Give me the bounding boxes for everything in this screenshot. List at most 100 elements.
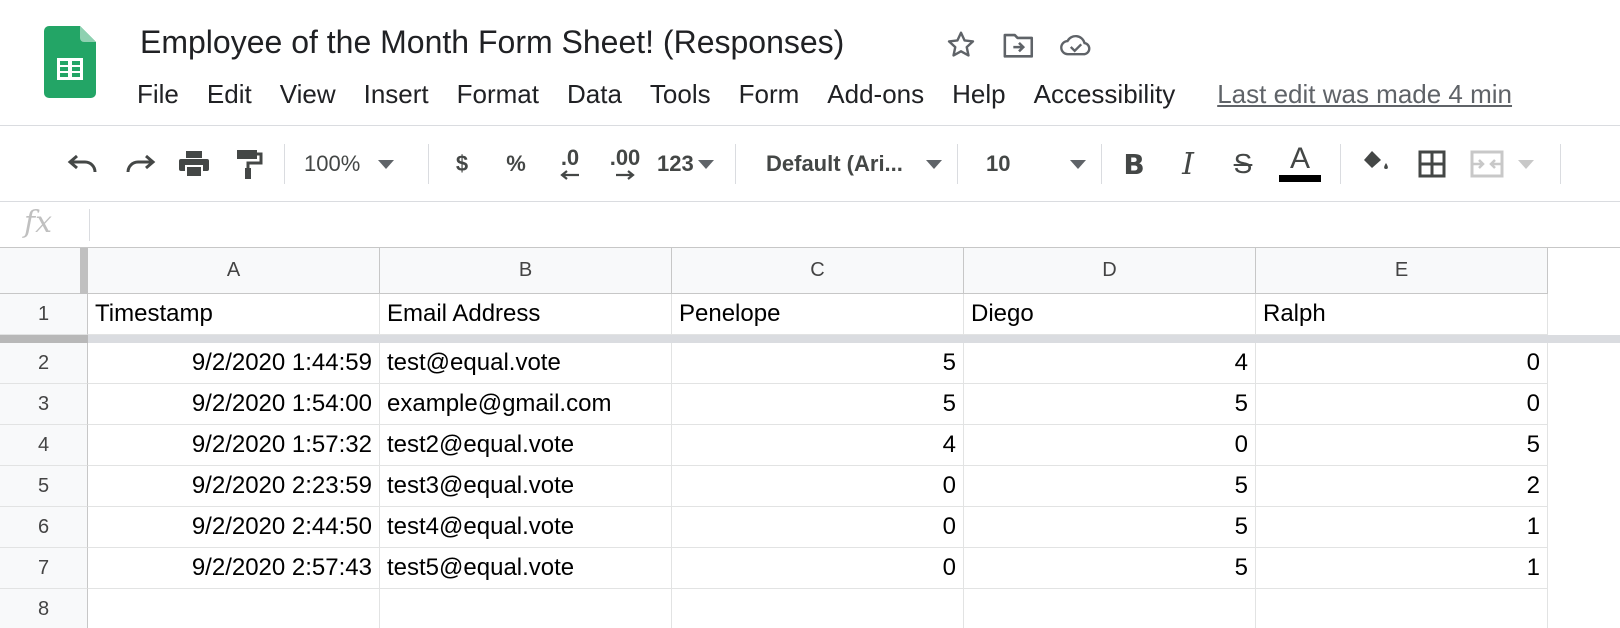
table-cell[interactable]: 5 bbox=[1256, 425, 1548, 466]
menu-add-ons[interactable]: Add-ons bbox=[827, 76, 924, 112]
font-family-select[interactable]: Default (Ari... bbox=[766, 145, 942, 183]
table-cell[interactable] bbox=[1256, 589, 1548, 628]
row-header-5[interactable]: 5 bbox=[0, 466, 88, 507]
header-cell[interactable]: Penelope bbox=[672, 294, 964, 335]
table-cell[interactable]: 4 bbox=[964, 343, 1256, 384]
table-cell[interactable]: test2@equal.vote bbox=[380, 425, 672, 466]
fx-icon: fx bbox=[24, 205, 53, 240]
sheets-logo-icon[interactable] bbox=[44, 26, 96, 98]
strikethrough-button[interactable]: S bbox=[1226, 145, 1260, 183]
table-cell[interactable]: 2 bbox=[1256, 466, 1548, 507]
column-header-d[interactable]: D bbox=[964, 248, 1256, 294]
table-cell[interactable]: 5 bbox=[672, 343, 964, 384]
column-header-e[interactable]: E bbox=[1256, 248, 1548, 294]
table-cell[interactable]: example@gmail.com bbox=[380, 384, 672, 425]
table-cell[interactable] bbox=[88, 589, 380, 628]
column-header-a[interactable]: A bbox=[88, 248, 380, 294]
column-header-c[interactable]: C bbox=[672, 248, 964, 294]
row-header-4[interactable]: 4 bbox=[0, 425, 88, 466]
chevron-down-icon bbox=[1518, 159, 1534, 169]
spreadsheet-grid[interactable]: A B C D E 1 Timestamp Email Address Penelope Dieg… bbox=[0, 248, 1620, 628]
table-cell[interactable]: 9/2/2020 1:44:59 bbox=[88, 343, 380, 384]
table-cell[interactable]: 5 bbox=[672, 384, 964, 425]
fill-color-icon[interactable] bbox=[1356, 145, 1396, 183]
menu-edit[interactable]: Edit bbox=[207, 76, 252, 112]
table-cell[interactable]: 4 bbox=[672, 425, 964, 466]
table-cell[interactable] bbox=[964, 589, 1256, 628]
table-cell[interactable]: 9/2/2020 1:57:32 bbox=[88, 425, 380, 466]
currency-format-button[interactable]: $ bbox=[448, 145, 476, 183]
table-cell[interactable]: test3@equal.vote bbox=[380, 466, 672, 507]
row-header-1[interactable]: 1 bbox=[0, 294, 88, 335]
table-cell[interactable]: 9/2/2020 1:54:00 bbox=[88, 384, 380, 425]
redo-icon[interactable] bbox=[119, 145, 159, 183]
table-cell[interactable]: 0 bbox=[1256, 384, 1548, 425]
bold-button[interactable]: B bbox=[1118, 145, 1150, 183]
table-cell[interactable]: test@equal.vote bbox=[380, 343, 672, 384]
menu-file[interactable]: File bbox=[137, 76, 179, 112]
last-edit-link[interactable]: Last edit was made 4 min bbox=[1217, 76, 1512, 112]
table-cell[interactable]: 5 bbox=[964, 507, 1256, 548]
row-freeze-bar[interactable] bbox=[0, 335, 1620, 343]
print-icon[interactable] bbox=[174, 145, 214, 183]
paint-format-icon[interactable] bbox=[228, 145, 268, 183]
font-family-value: Default (Ari... bbox=[766, 151, 903, 176]
menu-data[interactable]: Data bbox=[567, 76, 622, 112]
table-cell[interactable]: 9/2/2020 2:44:50 bbox=[88, 507, 380, 548]
move-to-folder-icon[interactable] bbox=[1002, 28, 1036, 62]
row-freeze-handle[interactable] bbox=[0, 335, 88, 343]
table-cell[interactable]: 0 bbox=[964, 425, 1256, 466]
table-cell[interactable]: 5 bbox=[964, 548, 1256, 589]
table-cell[interactable]: 5 bbox=[964, 384, 1256, 425]
formula-input[interactable] bbox=[100, 206, 1604, 244]
more-formats-label: 123 bbox=[657, 151, 694, 176]
menu-format[interactable]: Format bbox=[457, 76, 539, 112]
document-title[interactable]: Employee of the Month Form Sheet! (Respo… bbox=[140, 22, 844, 62]
decrease-decimals-button[interactable]: .0 bbox=[550, 145, 590, 183]
table-cell[interactable]: test5@equal.vote bbox=[380, 548, 672, 589]
more-formats-button[interactable]: 123 bbox=[657, 145, 721, 183]
row-header-8[interactable]: 8 bbox=[0, 589, 88, 628]
borders-icon[interactable] bbox=[1412, 145, 1452, 183]
header-cell[interactable]: Timestamp bbox=[88, 294, 380, 335]
table-cell[interactable]: 1 bbox=[1256, 548, 1548, 589]
menu-view[interactable]: View bbox=[280, 76, 336, 112]
row-header-2[interactable]: 2 bbox=[0, 343, 88, 384]
increase-decimals-button[interactable]: .00 bbox=[603, 145, 647, 183]
row-header-7[interactable]: 7 bbox=[0, 548, 88, 589]
header-cell[interactable]: Ralph bbox=[1256, 294, 1548, 335]
percent-format-button[interactable]: % bbox=[502, 145, 530, 183]
menu-form[interactable]: Form bbox=[739, 76, 800, 112]
table-cell[interactable]: 5 bbox=[964, 466, 1256, 507]
table-cell[interactable]: 9/2/2020 2:23:59 bbox=[88, 466, 380, 507]
row-header-3[interactable]: 3 bbox=[0, 384, 88, 425]
merge-cells-icon[interactable] bbox=[1470, 145, 1550, 183]
table-cell[interactable]: 0 bbox=[672, 507, 964, 548]
table-cell[interactable]: test4@equal.vote bbox=[380, 507, 672, 548]
header-cell[interactable]: Diego bbox=[964, 294, 1256, 335]
row-header-6[interactable]: 6 bbox=[0, 507, 88, 548]
cloud-saved-icon[interactable] bbox=[1059, 28, 1093, 62]
toolbar-separator bbox=[284, 144, 285, 184]
star-icon[interactable] bbox=[944, 28, 978, 62]
table-cell[interactable] bbox=[380, 589, 672, 628]
table-cell[interactable]: 9/2/2020 2:57:43 bbox=[88, 548, 380, 589]
undo-icon[interactable] bbox=[64, 145, 104, 183]
italic-button[interactable]: I bbox=[1172, 145, 1204, 183]
table-cell[interactable]: 1 bbox=[1256, 507, 1548, 548]
column-header-b[interactable]: B bbox=[380, 248, 672, 294]
menu-accessibility[interactable]: Accessibility bbox=[1034, 76, 1176, 112]
table-cell[interactable] bbox=[672, 589, 964, 628]
table-cell[interactable]: 0 bbox=[672, 548, 964, 589]
table-cell[interactable]: 0 bbox=[672, 466, 964, 507]
menu-insert[interactable]: Insert bbox=[364, 76, 429, 112]
menu-help[interactable]: Help bbox=[952, 76, 1005, 112]
zoom-select[interactable]: 100% bbox=[304, 145, 419, 183]
font-size-select[interactable]: 10 bbox=[986, 145, 1086, 183]
menu-tools[interactable]: Tools bbox=[650, 76, 711, 112]
select-all-corner[interactable] bbox=[0, 248, 88, 294]
table-cell[interactable]: 0 bbox=[1256, 343, 1548, 384]
text-color-button[interactable]: A bbox=[1278, 143, 1322, 187]
header-cell[interactable]: Email Address bbox=[380, 294, 672, 335]
column-freeze-handle[interactable] bbox=[80, 248, 88, 294]
